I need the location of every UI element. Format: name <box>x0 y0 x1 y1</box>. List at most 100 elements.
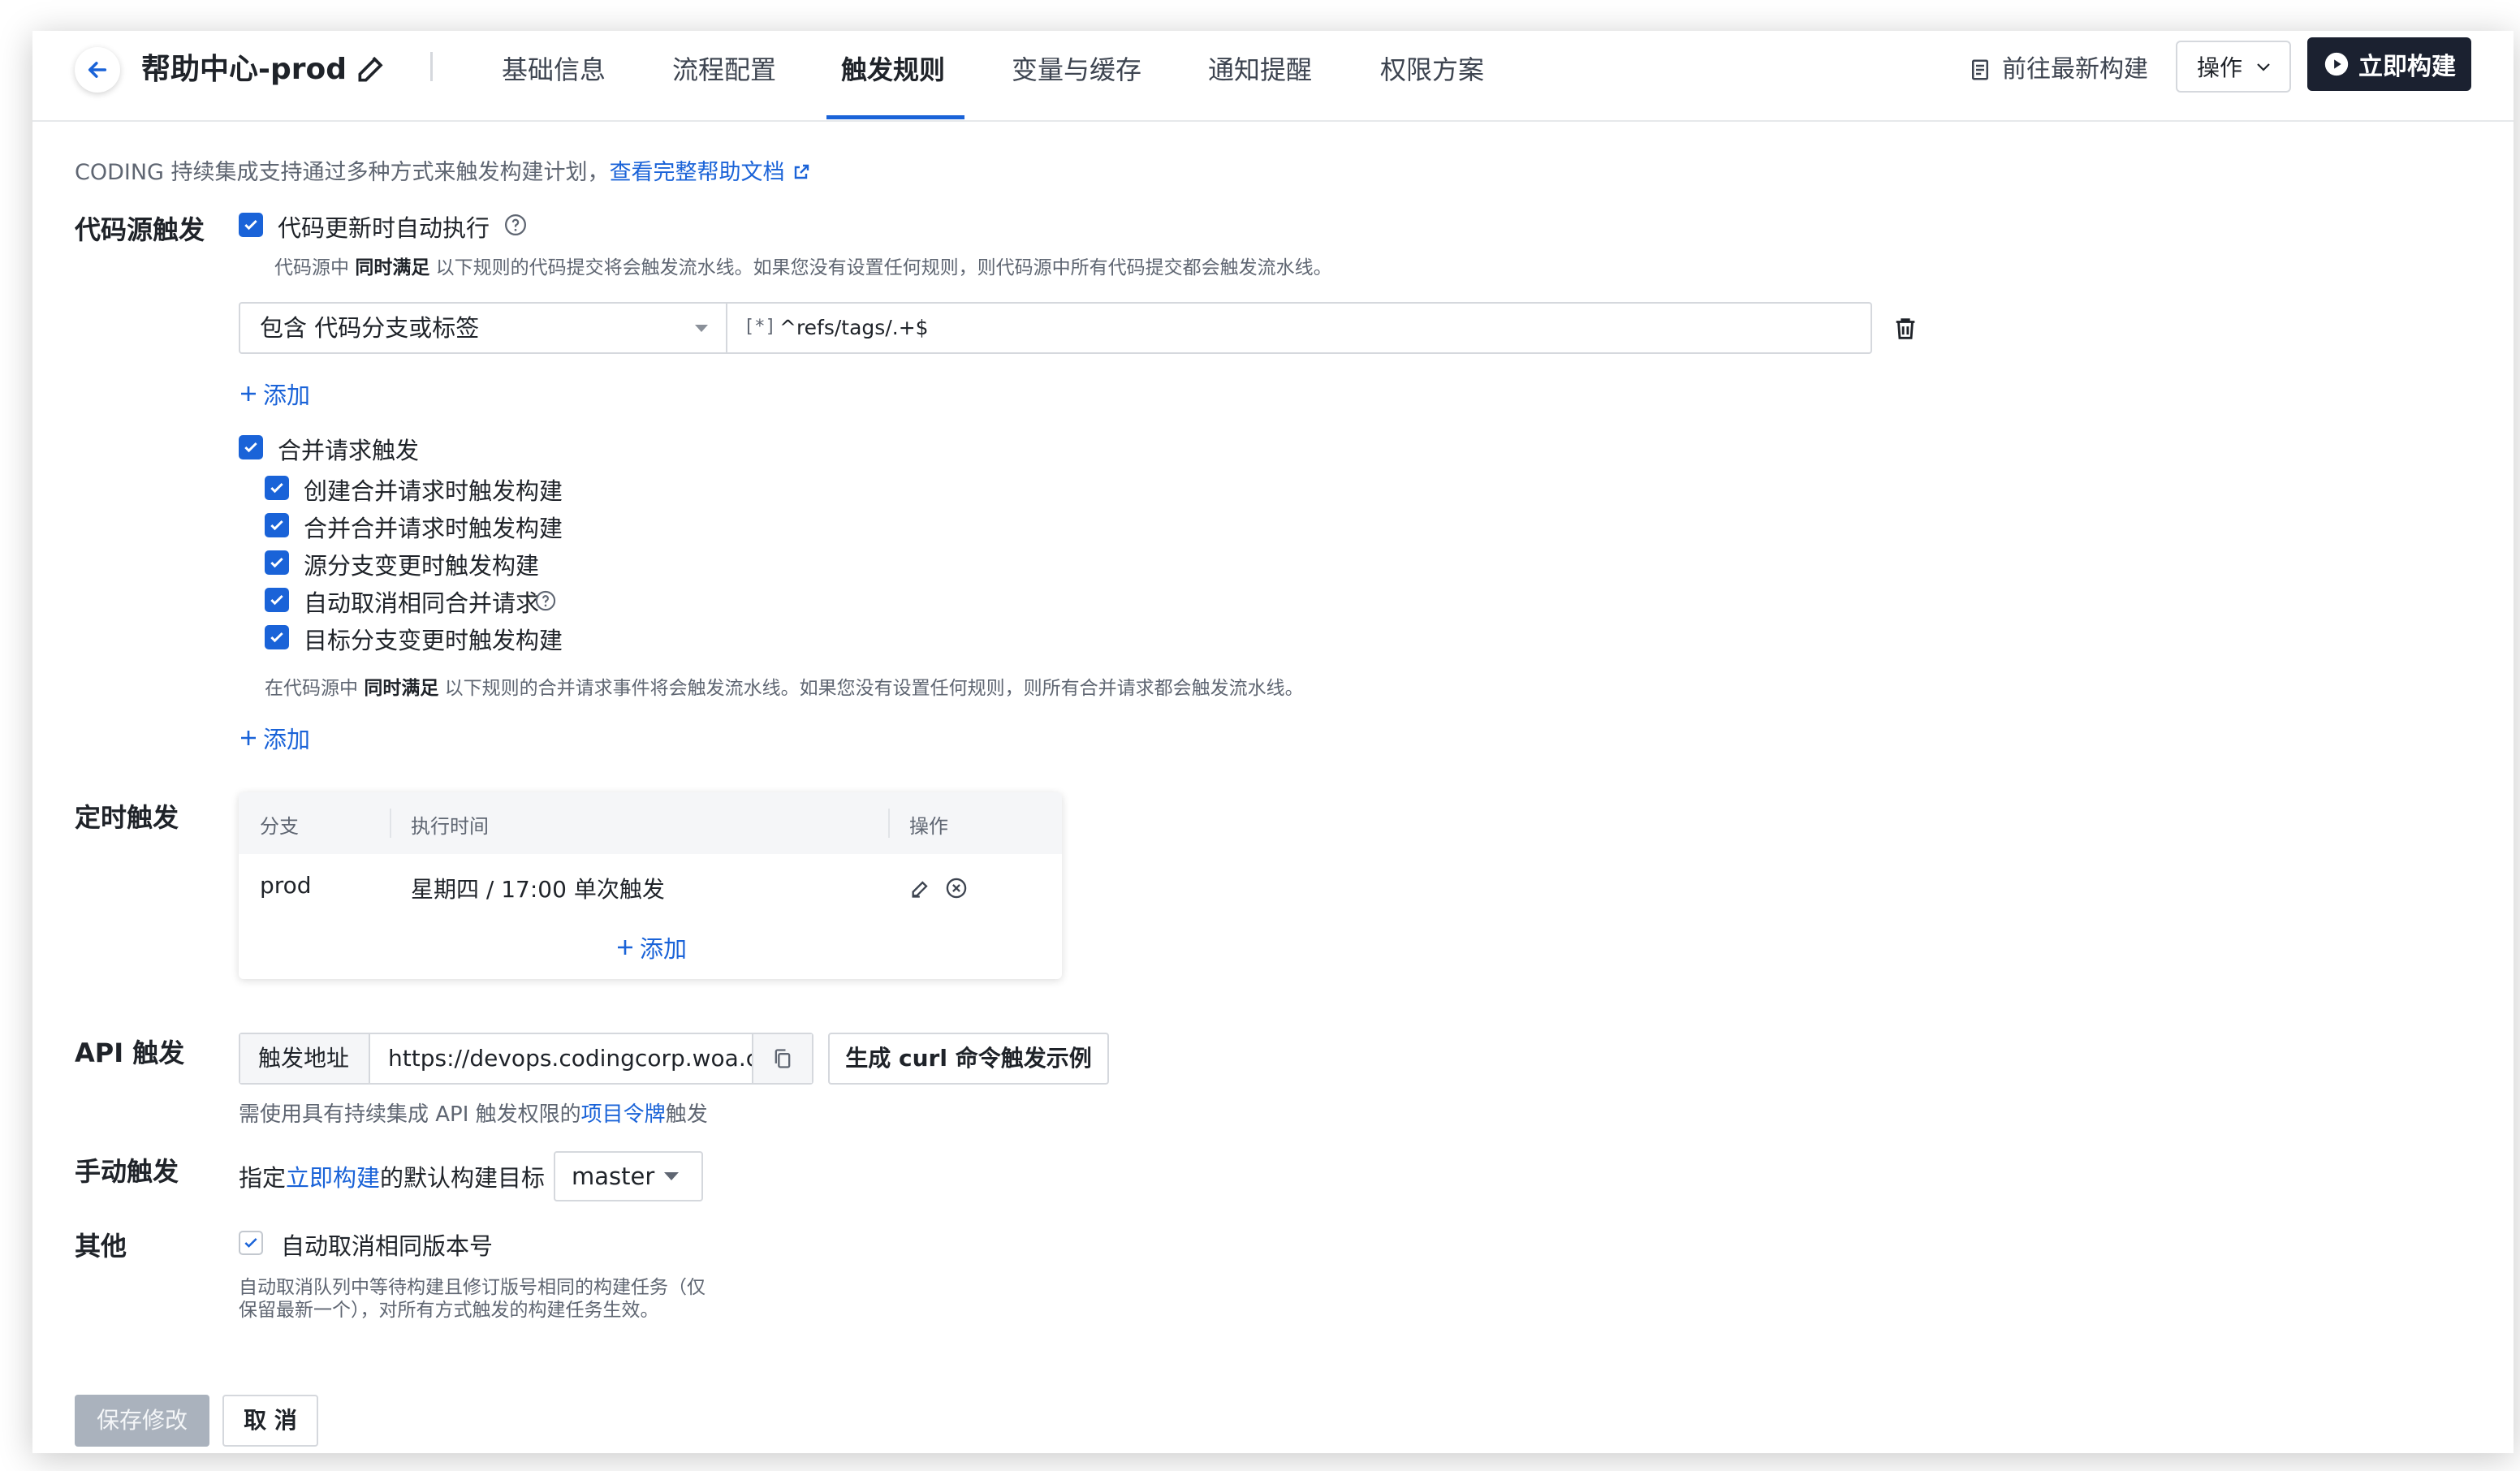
auto-cancel-same-version-checkbox[interactable] <box>239 1231 263 1255</box>
schedule-table: 分支 执行时间 操作 prod 星期四 / 17:00 单次触发 添加 <box>239 792 1062 979</box>
manual-text-prefix: 指定 <box>239 1164 287 1192</box>
rule-type-value: 包含 代码分支或标签 <box>260 314 480 342</box>
question-circle-icon[interactable] <box>503 213 528 237</box>
add-schedule-button[interactable]: 添加 <box>615 930 687 964</box>
build-now-label: 立即构建 <box>2358 53 2456 81</box>
merge-request-label: 合并请求触发 <box>278 437 420 464</box>
mr-option-checkbox-source-change[interactable] <box>265 550 289 575</box>
section-label-code-trigger: 代码源触发 <box>75 214 205 245</box>
auto-run-label: 代码更新时自动执行 <box>278 214 490 242</box>
close-circle-icon[interactable] <box>945 877 968 899</box>
page-title: 帮助中心-prod <box>141 53 347 86</box>
back-button[interactable] <box>75 47 120 93</box>
tab-variables-cache[interactable]: 变量与缓存 <box>1012 45 1141 94</box>
column-divider <box>888 809 890 838</box>
regex-badge: [*] <box>744 317 776 337</box>
desc-suffix: 以下规则的代码提交将会触发流水线。如果您没有设置任何规则，则代码源中所有代码提交… <box>435 257 1332 278</box>
api-url-addon: 触发地址 <box>240 1034 370 1083</box>
api-hint-prefix: 需使用具有持续集成 API 触发权限的 <box>239 1102 581 1127</box>
rule-pattern-input[interactable]: ^refs/tags/.+$ <box>779 313 929 343</box>
pipeline-settings-window: 帮助中心-prod 基础信息 流程配置 触发规则 变量与缓存 通知提醒 权限方案… <box>32 31 2514 1453</box>
rule-type-select[interactable]: 包含 代码分支或标签 <box>240 304 727 352</box>
help-docs-link[interactable]: 查看完整帮助文档 <box>610 160 785 185</box>
default-target-value: master <box>572 1163 655 1190</box>
add-branch-rule-button[interactable]: 添加 <box>239 377 310 411</box>
external-link-icon[interactable] <box>792 162 811 182</box>
caret-down-icon <box>664 1172 679 1180</box>
auto-cancel-description-line2: 保留最新一个），对所有方式触发的构建任务生效。 <box>239 1300 659 1321</box>
add-label: 添加 <box>263 382 311 409</box>
copy-button[interactable] <box>752 1034 812 1083</box>
copy-icon <box>775 1049 791 1068</box>
desc-suffix: 以下规则的合并请求事件将会触发流水线。如果您没有设置任何规则，则所有合并请求都会… <box>444 678 1304 699</box>
desc-prefix: 在代码源中 <box>265 678 358 699</box>
auto-run-checkbox[interactable] <box>239 213 263 237</box>
section-label-schedule: 定时触发 <box>75 802 179 833</box>
column-divider <box>390 809 391 838</box>
generate-curl-button[interactable]: 生成 curl 命令触发示例 <box>828 1033 1109 1085</box>
plus-icon <box>241 386 256 401</box>
arrow-left-icon <box>88 62 107 78</box>
tab-permissions[interactable]: 权限方案 <box>1380 45 1484 94</box>
check-icon <box>270 594 283 606</box>
mr-option-checkbox-target-change[interactable] <box>265 625 289 649</box>
tab-flow-config[interactable]: 流程配置 <box>672 45 776 94</box>
merge-request-checkbox[interactable] <box>239 435 263 459</box>
mr-option-checkbox-create[interactable] <box>265 476 289 500</box>
desc-bold: 同时满足 <box>355 257 430 278</box>
api-hint-suffix: 触发 <box>665 1102 708 1127</box>
add-merge-rule-button[interactable]: 添加 <box>239 721 310 755</box>
api-trigger-url-group: 触发地址 https://devops.codingcorp.woa.com <box>239 1033 813 1085</box>
mr-option-label-target-change: 目标分支变更时触发构建 <box>304 627 563 654</box>
manual-text-suffix: 的默认构建目标 <box>380 1164 546 1192</box>
api-hint: 需使用具有持续集成 API 触发权限的项目令牌触发 <box>239 1098 708 1128</box>
check-icon <box>270 557 283 568</box>
tab-trigger-rules[interactable]: 触发规则 <box>841 45 945 94</box>
header-divider <box>430 52 433 81</box>
merge-request-description: 在代码源中 同时满足 以下规则的合并请求事件将会触发流水线。如果您没有设置任何规… <box>265 672 1304 700</box>
caret-down-icon <box>695 325 708 332</box>
schedule-branch: prod <box>260 872 312 899</box>
mr-option-label-auto-cancel: 自动取消相同合并请求 <box>304 589 540 617</box>
cancel-button[interactable]: 取 消 <box>222 1395 318 1447</box>
intro-text: CODING 持续集成支持通过多种方式来触发构建计划，查看完整帮助文档 <box>75 154 811 186</box>
question-circle-icon[interactable] <box>534 589 557 612</box>
add-label: 添加 <box>640 935 688 963</box>
check-icon <box>244 1238 257 1248</box>
save-changes-button[interactable]: 保存修改 <box>75 1395 209 1447</box>
table-header: 分支 执行时间 操作 <box>239 792 1062 854</box>
auto-cancel-same-version-label: 自动取消相同版本号 <box>281 1232 494 1260</box>
build-now-button[interactable]: 立即构建 <box>2307 37 2471 91</box>
auto-run-description: 代码源中 同时满足 以下规则的代码提交将会触发流水线。如果您没有设置任何规则，则… <box>274 252 1332 279</box>
section-label-manual: 手动触发 <box>75 1156 179 1187</box>
project-token-link[interactable]: 项目令牌 <box>581 1102 666 1127</box>
mr-option-checkbox-auto-cancel[interactable] <box>265 588 289 612</box>
check-icon <box>244 219 257 231</box>
mr-option-checkbox-merge[interactable] <box>265 513 289 537</box>
tab-basic-info[interactable]: 基础信息 <box>502 45 606 94</box>
edit-icon[interactable] <box>909 877 932 899</box>
add-label: 添加 <box>263 726 311 753</box>
edit-icon[interactable] <box>354 50 390 86</box>
check-icon <box>270 520 283 531</box>
api-url-input[interactable]: https://devops.codingcorp.woa.com <box>370 1034 752 1083</box>
branch-rule-row: 包含 代码分支或标签 [*] ^refs/tags/.+$ <box>239 302 1872 354</box>
header-bar: 帮助中心-prod 基础信息 流程配置 触发规则 变量与缓存 通知提醒 权限方案… <box>32 31 2514 122</box>
build-now-link[interactable]: 立即构建 <box>286 1164 380 1192</box>
check-icon <box>270 632 283 643</box>
tab-notifications[interactable]: 通知提醒 <box>1208 45 1312 94</box>
operations-dropdown[interactable]: 操作 <box>2176 41 2291 93</box>
play-circle-icon <box>2324 52 2349 76</box>
desc-bold: 同时满足 <box>364 678 439 699</box>
chevron-down-icon <box>2257 63 2270 71</box>
column-header-actions: 操作 <box>909 815 948 838</box>
default-target-select[interactable]: master <box>554 1151 703 1201</box>
operations-label: 操作 <box>2197 54 2243 81</box>
check-icon <box>270 482 283 494</box>
mr-option-label-source-change: 源分支变更时触发构建 <box>304 552 540 580</box>
mr-option-label-merge: 合并合并请求时触发构建 <box>304 515 563 542</box>
trash-icon[interactable] <box>1892 315 1919 343</box>
goto-latest-build-link[interactable]: 前往最新构建 <box>1968 45 2148 94</box>
section-label-other: 其他 <box>75 1231 127 1262</box>
column-header-branch: 分支 <box>260 815 299 838</box>
